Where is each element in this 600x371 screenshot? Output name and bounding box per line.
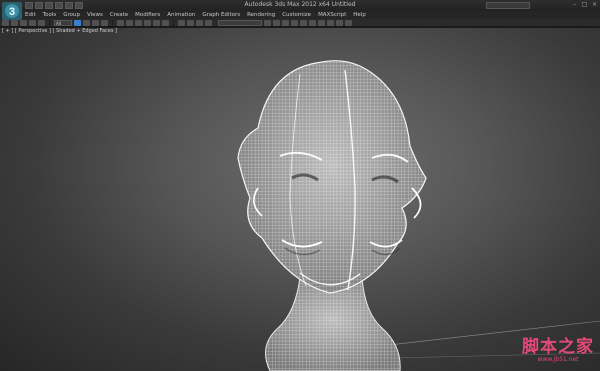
menu-group[interactable]: Group bbox=[63, 11, 80, 19]
unlink-icon[interactable] bbox=[29, 19, 36, 26]
menu-create[interactable]: Create bbox=[110, 11, 128, 19]
select-object-icon[interactable] bbox=[74, 19, 81, 26]
select-by-name-icon[interactable] bbox=[83, 19, 90, 26]
percent-snap-icon[interactable] bbox=[196, 19, 203, 26]
wireframe-head-model[interactable] bbox=[0, 28, 600, 371]
angle-snap-icon[interactable] bbox=[187, 19, 194, 26]
graphite-tools-icon[interactable] bbox=[291, 19, 298, 26]
infocenter-search-input[interactable] bbox=[486, 2, 530, 9]
menu-edit[interactable]: Edit bbox=[25, 11, 36, 19]
menu-views[interactable]: Views bbox=[87, 11, 103, 19]
redo-tool-icon[interactable] bbox=[11, 19, 18, 26]
selection-filter-dropdown[interactable]: All bbox=[54, 19, 72, 26]
bind-space-warp-icon[interactable] bbox=[38, 19, 45, 26]
perspective-viewport[interactable]: [ + ] [ Perspective ] [ Shaded + Edged F… bbox=[0, 28, 600, 371]
align-icon[interactable] bbox=[273, 19, 280, 26]
watermark: 脚本之家 www.jb51.net bbox=[522, 338, 594, 363]
close-icon[interactable]: × bbox=[591, 1, 598, 8]
select-manipulate-icon[interactable] bbox=[162, 19, 169, 26]
3ds-max-window: Autodesk 3ds Max 2012 x64 Untitled – □ ×… bbox=[0, 0, 600, 371]
mirror-icon[interactable] bbox=[264, 19, 271, 26]
menu-customize[interactable]: Customize bbox=[282, 11, 311, 19]
select-rotate-icon[interactable] bbox=[126, 19, 133, 26]
maximize-icon[interactable]: □ bbox=[581, 1, 588, 8]
snaps-toggle-icon[interactable] bbox=[178, 19, 185, 26]
menu-help[interactable]: Help bbox=[353, 11, 366, 19]
curve-editor-icon[interactable] bbox=[300, 19, 307, 26]
menu-tools[interactable]: Tools bbox=[43, 11, 57, 19]
render-setup-icon[interactable] bbox=[327, 19, 334, 26]
viewport-label-menu[interactable]: [ + ] [ Perspective ] [ Shaded + Edged F… bbox=[2, 28, 117, 34]
main-toolbar: All bbox=[0, 19, 600, 27]
reference-coordinate-icon[interactable] bbox=[144, 19, 151, 26]
menu-modifiers[interactable]: Modifiers bbox=[135, 11, 160, 19]
menu-rendering[interactable]: Rendering bbox=[247, 11, 275, 19]
watermark-title: 脚本之家 bbox=[522, 337, 594, 357]
rendered-frame-window-icon[interactable] bbox=[336, 19, 343, 26]
application-button-logo-icon[interactable]: 3 bbox=[2, 2, 22, 20]
toolbar-separator bbox=[112, 19, 113, 26]
named-selection-sets-input[interactable] bbox=[218, 19, 262, 26]
toolbar-separator bbox=[173, 19, 174, 26]
minimize-icon[interactable]: – bbox=[571, 1, 578, 8]
menu-animation[interactable]: Animation bbox=[167, 11, 195, 19]
link-icon[interactable] bbox=[20, 19, 27, 26]
select-move-icon[interactable] bbox=[117, 19, 124, 26]
spinner-snap-icon[interactable] bbox=[205, 19, 212, 26]
schematic-view-icon[interactable] bbox=[309, 19, 316, 26]
menu-maxscript[interactable]: MAXScript bbox=[318, 11, 346, 19]
svg-text:3: 3 bbox=[9, 6, 15, 18]
menu-bar: Edit Tools Group Views Create Modifiers … bbox=[0, 11, 600, 19]
window-crossing-icon[interactable] bbox=[101, 19, 108, 26]
watermark-url: www.jb51.net bbox=[537, 356, 579, 363]
rectangular-selection-icon[interactable] bbox=[92, 19, 99, 26]
pivot-center-icon[interactable] bbox=[153, 19, 160, 26]
select-scale-icon[interactable] bbox=[135, 19, 142, 26]
title-bar: Autodesk 3ds Max 2012 x64 Untitled – □ × bbox=[0, 0, 600, 11]
layer-manager-icon[interactable] bbox=[282, 19, 289, 26]
material-editor-icon[interactable] bbox=[318, 19, 325, 26]
toolbar-separator bbox=[49, 19, 50, 26]
menu-graph-editors[interactable]: Graph Editors bbox=[202, 11, 240, 19]
render-production-icon[interactable] bbox=[345, 19, 352, 26]
window-controls: – □ × bbox=[571, 1, 598, 8]
undo-tool-icon[interactable] bbox=[2, 19, 9, 26]
